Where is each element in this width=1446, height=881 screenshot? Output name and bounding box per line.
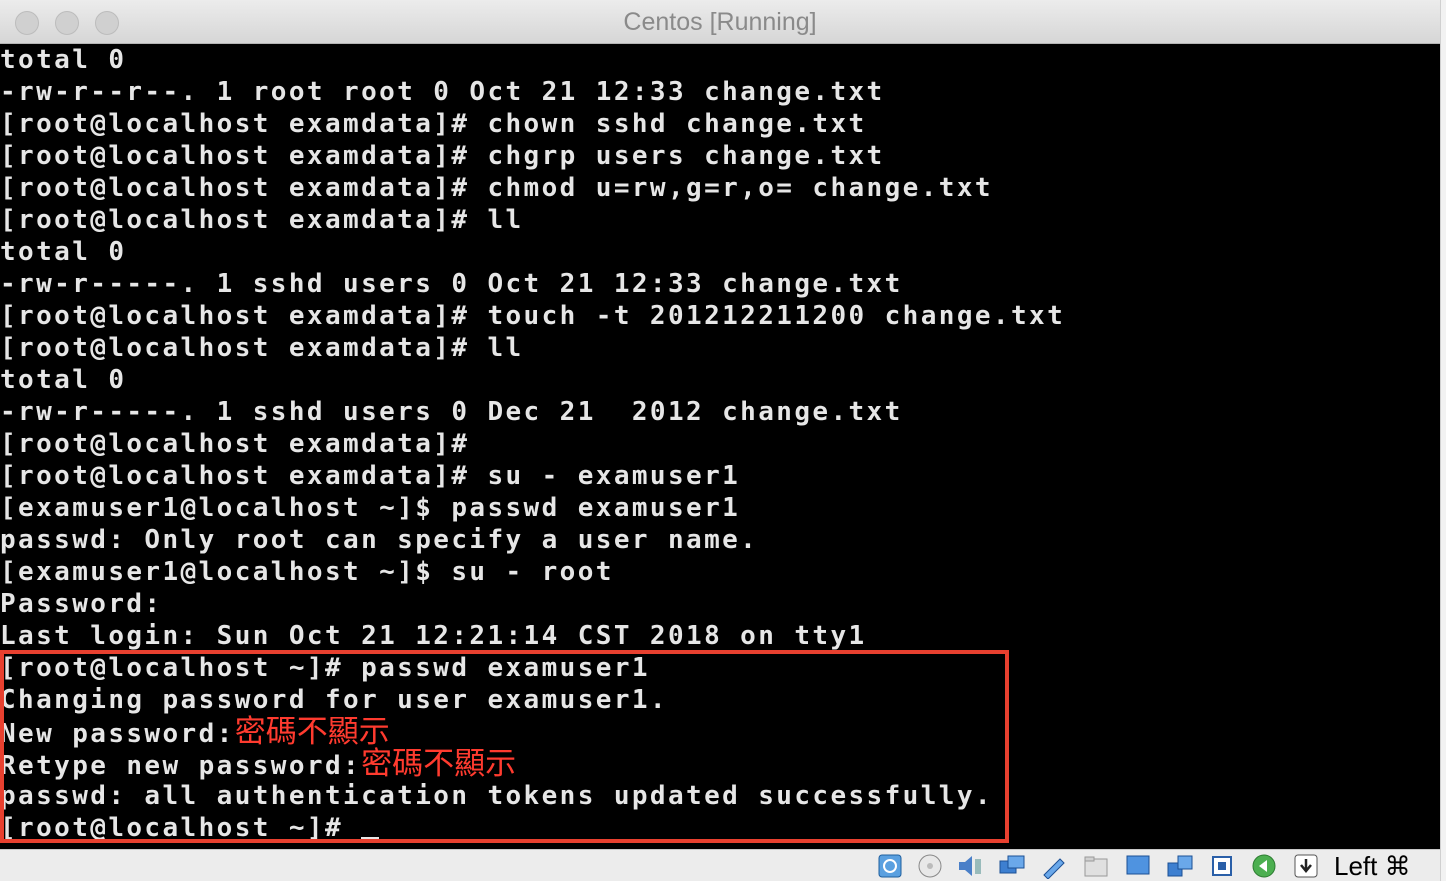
- current-prompt: [root@localhost ~]#: [0, 813, 362, 843]
- text-cursor: [361, 837, 380, 840]
- password-hidden-annotation: 密碼不顯示: [234, 714, 390, 750]
- terminal-line: [root@localhost examdata]# ll: [0, 205, 524, 235]
- window-title: Centos [Running]: [623, 8, 817, 36]
- terminal-line: Changing password for user examuser1.: [0, 685, 668, 715]
- password-hidden-annotation: 密碼不顯示: [361, 746, 517, 782]
- title-bar[interactable]: Centos [Running]: [0, 0, 1440, 44]
- terminal-line: [root@localhost examdata]# chmod u=rw,g=…: [0, 173, 993, 203]
- host-key-arrow-icon[interactable]: [1292, 853, 1320, 879]
- terminal-line: passwd: all authentication tokens update…: [0, 781, 993, 811]
- vm-status-bar: Left ⌘: [0, 849, 1440, 881]
- terminal-line: -rw-r-----. 1 sshd users 0 Dec 21 2012 c…: [0, 397, 903, 427]
- terminal-line: -rw-r--r--. 1 root root 0 Oct 21 12:33 c…: [0, 77, 885, 107]
- terminal-line: New password:密碼不顯示: [0, 714, 390, 750]
- terminal-line: [root@localhost examdata]#: [0, 429, 470, 459]
- terminal-line: Last login: Sun Oct 21 12:21:14 CST 2018…: [0, 621, 867, 651]
- terminal-screen[interactable]: total 0 -rw-r--r--. 1 root root 0 Oct 21…: [0, 44, 1440, 849]
- terminal-line: [root@localhost examdata]# chgrp users c…: [0, 141, 885, 171]
- terminal-line: Password:: [0, 589, 163, 619]
- video-capture-icon[interactable]: [1166, 853, 1194, 879]
- new-password-prompt: New password:: [0, 719, 235, 749]
- terminal-line: [examuser1@localhost ~]$ su - root: [0, 557, 614, 587]
- usb-icon[interactable]: [1040, 853, 1068, 879]
- terminal-line: [root@localhost ~]#: [0, 812, 380, 844]
- network-icon[interactable]: [998, 853, 1026, 879]
- terminal-line: [root@localhost examdata]# touch -t 2012…: [0, 301, 1066, 331]
- terminal-line: total 0: [0, 45, 127, 75]
- cpu-icon[interactable]: [1208, 853, 1236, 879]
- terminal-line: [root@localhost examdata]# su - examuser…: [0, 461, 741, 491]
- audio-icon[interactable]: [956, 853, 984, 879]
- retype-password-prompt: Retype new password:: [0, 751, 362, 781]
- terminal-line: passwd: Only root can specify a user nam…: [0, 525, 759, 555]
- terminal-line: [root@localhost examdata]# ll: [0, 333, 524, 363]
- terminal-line: [root@localhost ~]# passwd examuser1: [0, 653, 650, 683]
- host-key-label: Left ⌘: [1334, 851, 1411, 881]
- shared-folders-icon[interactable]: [1082, 853, 1110, 879]
- window-edge: [1440, 0, 1446, 881]
- mouse-integration-icon[interactable]: [1250, 853, 1278, 879]
- vm-window: Centos [Running] total 0 -rw-r--r--. 1 r…: [0, 0, 1440, 881]
- terminal-line: [examuser1@localhost ~]$ passwd examuser…: [0, 493, 741, 523]
- terminal-line: Retype new password:密碼不顯示: [0, 746, 517, 782]
- display-icon[interactable]: [1124, 853, 1152, 879]
- terminal-line: -rw-r-----. 1 sshd users 0 Oct 21 12:33 …: [0, 269, 903, 299]
- optical-drive-icon[interactable]: [916, 853, 944, 879]
- terminal-line: [root@localhost examdata]# chown sshd ch…: [0, 109, 867, 139]
- hard-disk-icon[interactable]: [876, 853, 904, 879]
- terminal-line: total 0: [0, 237, 127, 267]
- terminal-line: total 0: [0, 365, 127, 395]
